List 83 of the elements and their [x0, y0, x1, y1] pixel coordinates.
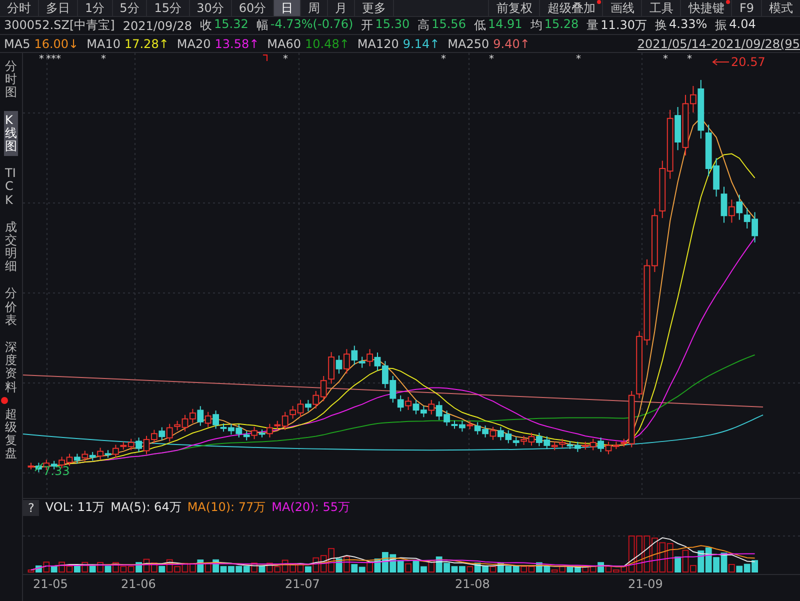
leader-arrow	[712, 58, 730, 66]
quote-value: 11.30万	[600, 17, 648, 34]
quote-value: 15.28	[544, 17, 579, 33]
side-tab[interactable]: 深度资料	[4, 338, 18, 397]
period-tab[interactable]: 1分	[78, 0, 113, 16]
quote-label: 幅	[256, 17, 268, 34]
quote-label: 换	[655, 17, 668, 34]
axis-label: 21-08	[455, 577, 490, 591]
date-range-link[interactable]: 2021/05/14-2021/09/28(95	[637, 36, 800, 50]
quote-label: 高	[418, 17, 430, 34]
ma-value: 16.00↓	[34, 36, 79, 50]
quote-label: 开	[361, 17, 374, 34]
ma-label: MA5	[4, 36, 30, 50]
event-marker: *	[39, 54, 44, 65]
ma-value: 9.40↑	[493, 36, 530, 50]
axis-label: 21-07	[285, 577, 320, 591]
period-tab[interactable]: 5分	[112, 0, 148, 16]
quote-value: 4.33%	[669, 17, 708, 33]
event-marker: *	[101, 54, 106, 65]
quote-label: 收	[200, 17, 212, 34]
period-tab[interactable]: 30分	[190, 0, 232, 16]
axis-label: 21-09	[628, 577, 663, 591]
ma-label: MA20	[176, 36, 211, 50]
toolbar-button[interactable]: 前复权	[488, 0, 540, 16]
quote-value: 15.32	[214, 17, 248, 33]
help-button[interactable]: ?	[23, 500, 40, 516]
event-marker: *	[51, 54, 56, 65]
period-tab[interactable]: 更多	[355, 0, 394, 16]
period-tab[interactable]: 周	[301, 0, 328, 16]
period-tab[interactable]: 日	[274, 0, 302, 16]
ma-label: MA120	[357, 36, 399, 50]
toolbar-button[interactable]: 超级叠加	[539, 0, 602, 16]
quote-date: 2021/09/28	[122, 18, 192, 32]
event-marker: *	[576, 54, 581, 65]
event-marker: *	[489, 54, 494, 65]
quote-value: -4.73%(-0.76)	[270, 17, 354, 33]
ma-value: 9.14↑	[402, 36, 440, 50]
toolbar-button[interactable]: F9	[731, 0, 761, 16]
volume-indicator: MA(20): 55万	[272, 499, 350, 516]
period-tab[interactable]: 分时	[0, 0, 39, 16]
period-tab[interactable]: 月	[328, 0, 356, 16]
axis-label: 21-06	[121, 577, 156, 591]
event-marker: *	[441, 54, 446, 65]
volume-indicator: VOL: 11万	[45, 499, 105, 516]
quote-label: 低	[474, 17, 486, 34]
event-marker: *	[663, 54, 668, 65]
toolbar-button[interactable]: 工具	[641, 0, 680, 16]
event-marker: *	[56, 54, 61, 65]
quote-value: 15.56	[432, 17, 466, 33]
side-tab[interactable]: 分时图	[4, 57, 18, 103]
toolbar-button[interactable]: 快捷键	[680, 0, 732, 16]
side-tab[interactable]: K线图	[4, 110, 18, 156]
quote-label: 均	[530, 17, 542, 34]
side-tab[interactable]: 超级复盘	[4, 404, 18, 464]
quote-label: 量	[586, 17, 599, 34]
ma-value: 10.48↑	[305, 36, 350, 50]
ma-value: 13.58↑	[214, 36, 260, 50]
event-marker: *	[687, 54, 692, 65]
ma-label: MA10	[86, 36, 120, 50]
ma-label: MA60	[267, 36, 301, 50]
quote-value: 15.30	[375, 17, 410, 33]
quote-value: 4.04	[729, 17, 756, 33]
low-price-label: 7.33	[43, 464, 70, 478]
ma-value: 17.28↑	[124, 36, 169, 50]
corner-mark	[262, 54, 268, 62]
leader-line	[34, 462, 44, 472]
side-tab[interactable]: 成交明细	[4, 218, 18, 276]
quote-value: 14.91	[488, 17, 522, 33]
period-tab[interactable]: 多日	[39, 0, 78, 16]
quote-label: 振	[715, 17, 728, 34]
toolbar-button[interactable]: 画线	[602, 0, 642, 16]
ma-label: MA250	[448, 36, 490, 50]
event-marker: *	[46, 54, 51, 65]
volume-indicator: MA(10): 77万	[187, 499, 266, 516]
axis-label: 21-05	[33, 577, 68, 591]
stock-symbol: 300052.SZ[中青宝]	[4, 17, 115, 34]
side-tab[interactable]: 分价表	[4, 284, 18, 330]
volume-indicator: MA(5): 64万	[110, 499, 182, 516]
period-tab[interactable]: 15分	[147, 0, 190, 16]
toolbar-button[interactable]: 模式	[761, 0, 800, 16]
high-price-label: 20.57	[731, 55, 766, 69]
event-marker: *	[283, 54, 288, 65]
side-tab[interactable]: TICK	[4, 164, 18, 210]
